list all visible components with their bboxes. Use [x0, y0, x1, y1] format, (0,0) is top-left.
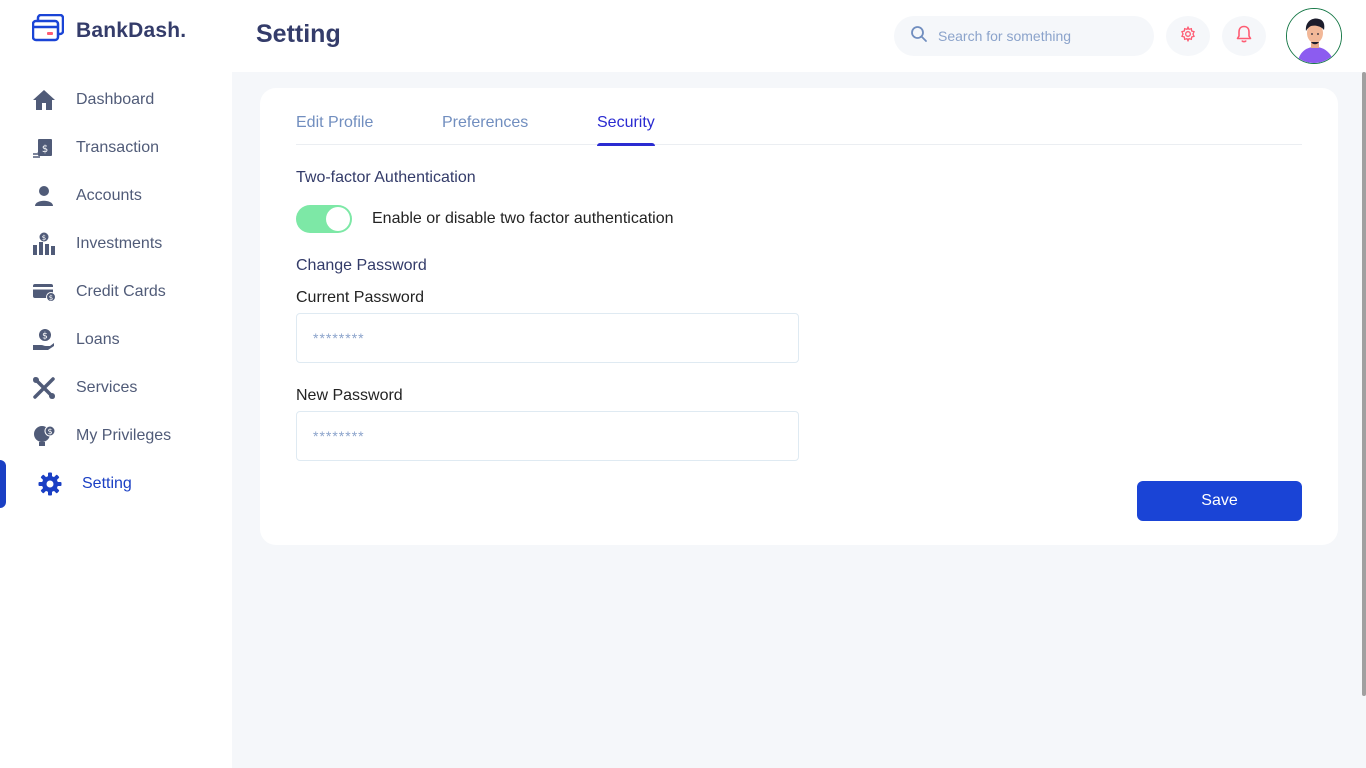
sidebar-item-label: Dashboard [76, 91, 155, 108]
settings-button[interactable] [1166, 16, 1210, 56]
top-header: Setting [232, 0, 1366, 72]
new-password-input[interactable] [313, 428, 798, 444]
sidebar-item-label: Setting [82, 475, 132, 492]
current-password-input[interactable] [313, 330, 798, 346]
sidebar-item-label: Transaction [76, 139, 159, 156]
sidebar-item-setting[interactable]: Setting [0, 460, 232, 508]
change-password-title: Change Password [296, 257, 427, 274]
gear-icon [38, 472, 62, 496]
sidebar-item-label: Credit Cards [76, 283, 166, 300]
sidebar-item-label: Accounts [76, 187, 142, 204]
settings-card: Edit Profile Preferences Security Two-fa… [260, 88, 1338, 545]
sidebar-item-investments[interactable]: $ Investments [0, 220, 232, 268]
tab-label: Security [597, 114, 655, 131]
current-password-field[interactable] [296, 313, 799, 363]
tab-label: Preferences [442, 114, 529, 131]
two-factor-title: Two-factor Authentication [296, 169, 476, 186]
svg-text:$: $ [42, 332, 48, 342]
avatar-image [1287, 9, 1341, 63]
tab-preferences[interactable]: Preferences [442, 114, 528, 145]
sidebar-item-label: Investments [76, 235, 163, 252]
search-icon [910, 25, 928, 48]
gear-icon [1180, 25, 1196, 47]
sidebar-nav: Dashboard $ Transaction Accounts $ Inves… [0, 76, 232, 508]
sidebar-item-services[interactable]: Services [0, 364, 232, 412]
notifications-button[interactable] [1222, 16, 1266, 56]
tab-label: Edit Profile [296, 114, 374, 131]
sidebar-item-loans[interactable]: $ Loans [0, 316, 232, 364]
home-icon [32, 88, 56, 112]
logo-icon [31, 13, 65, 47]
logo[interactable]: BankDash. [31, 13, 187, 47]
page-title: Setting [256, 20, 341, 48]
avatar[interactable] [1286, 8, 1342, 64]
bell-icon [1236, 25, 1252, 48]
sidebar-item-label: Services [76, 379, 138, 396]
sidebar: BankDash. Dashboard $ Transaction Accoun… [0, 0, 232, 768]
transaction-icon: $ [32, 136, 56, 160]
two-factor-label: Enable or disable two factor authenticat… [372, 210, 674, 227]
tab-security[interactable]: Security [597, 114, 655, 146]
active-indicator [0, 460, 6, 508]
sidebar-item-my-privileges[interactable]: $ My Privileges [0, 412, 232, 460]
app-name: BankDash. [76, 18, 187, 42]
privileges-icon: $ [32, 424, 56, 448]
new-password-label: New Password [296, 387, 403, 404]
current-password-label: Current Password [296, 289, 425, 306]
sidebar-item-dashboard[interactable]: Dashboard [0, 76, 232, 124]
sidebar-item-transaction[interactable]: $ Transaction [0, 124, 232, 172]
tab-edit-profile[interactable]: Edit Profile [296, 114, 373, 145]
sidebar-item-accounts[interactable]: Accounts [0, 172, 232, 220]
new-password-field[interactable] [296, 411, 799, 461]
settings-tabs: Edit Profile Preferences Security [296, 114, 1302, 146]
loan-icon: $ [32, 328, 56, 352]
credit-card-icon: $ [32, 280, 56, 304]
search-input[interactable] [938, 28, 1138, 44]
save-button[interactable]: Save [1137, 481, 1302, 521]
active-tab-indicator [597, 143, 655, 146]
sidebar-item-label: Loans [76, 331, 120, 348]
user-icon [32, 184, 56, 208]
sidebar-item-label: My Privileges [76, 427, 172, 444]
investment-icon: $ [32, 232, 56, 256]
sidebar-item-credit-cards[interactable]: $ Credit Cards [0, 268, 232, 316]
svg-text:$: $ [42, 234, 46, 242]
two-factor-toggle[interactable] [296, 205, 352, 233]
svg-text:$: $ [47, 427, 52, 436]
toggle-knob [326, 207, 350, 231]
services-icon [32, 376, 56, 400]
svg-text:$: $ [42, 144, 48, 155]
search-bar[interactable] [894, 16, 1154, 56]
scrollbar[interactable] [1362, 72, 1366, 696]
svg-text:$: $ [49, 294, 53, 302]
